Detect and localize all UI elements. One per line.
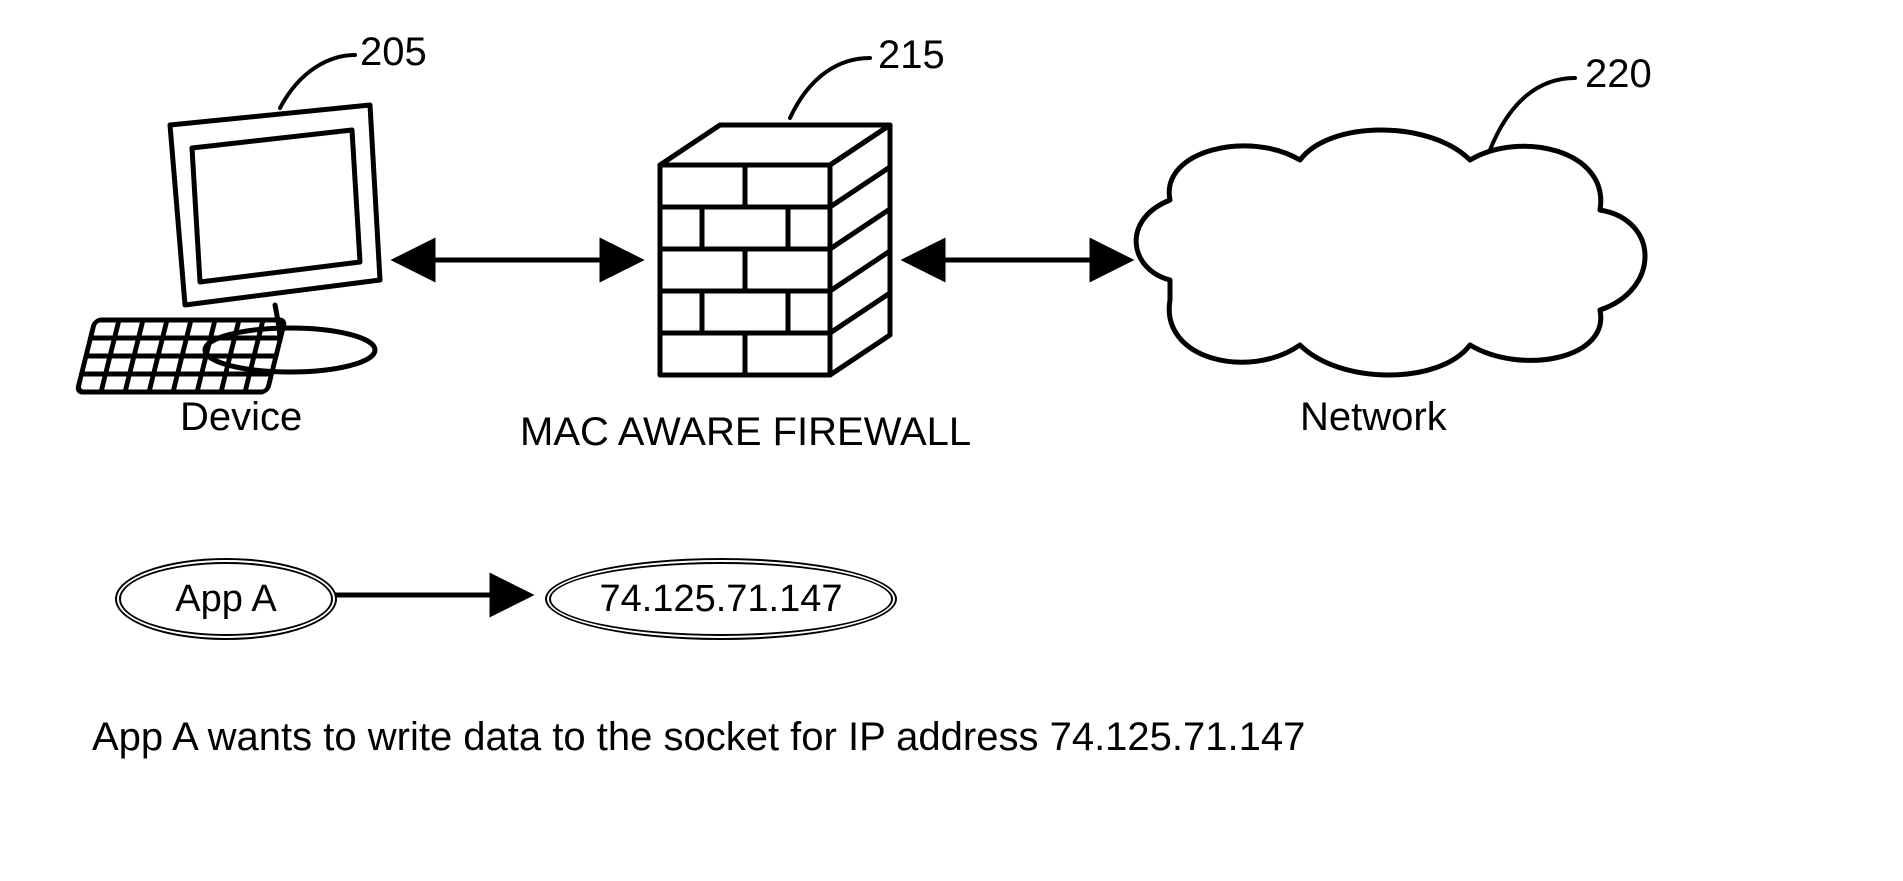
device-label: Device bbox=[180, 395, 302, 440]
firewall-label: MAC AWARE FIREWALL bbox=[520, 410, 971, 455]
caption-text: App A wants to write data to the socket … bbox=[92, 715, 1305, 760]
badge-ip-text: 74.125.71.147 bbox=[587, 578, 854, 621]
ref-firewall: 215 bbox=[878, 33, 945, 78]
badge-app: App A bbox=[115, 558, 337, 640]
ref-network: 220 bbox=[1585, 52, 1652, 97]
ref-device: 205 bbox=[360, 30, 427, 75]
device-icon bbox=[77, 105, 380, 392]
network-cloud-icon bbox=[1136, 130, 1645, 375]
network-label: Network bbox=[1300, 395, 1447, 440]
badge-ip: 74.125.71.147 bbox=[545, 558, 897, 640]
badge-app-text: App A bbox=[163, 578, 288, 621]
ref-lead-network bbox=[1490, 78, 1575, 150]
firewall-icon bbox=[660, 125, 890, 375]
diagram-stage: 205 215 220 Device MAC AWARE FIREWALL Ne… bbox=[0, 0, 1903, 881]
ref-lead-firewall bbox=[790, 58, 870, 118]
ref-lead-device bbox=[280, 55, 355, 108]
